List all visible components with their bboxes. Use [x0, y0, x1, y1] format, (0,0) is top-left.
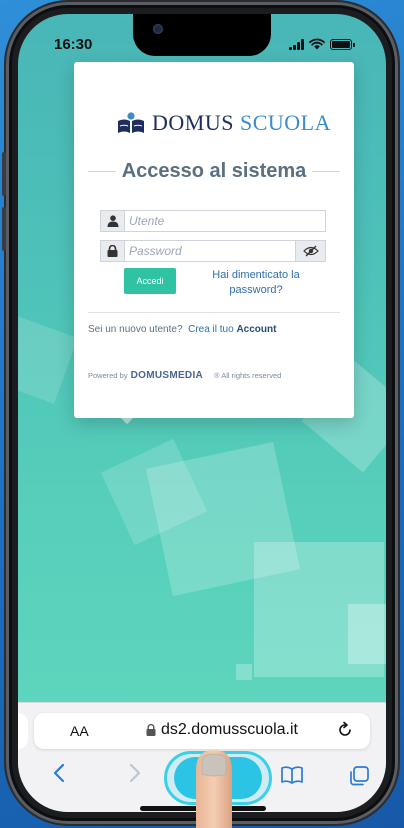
forgot-line-2: password? — [229, 284, 283, 296]
eye-slash-icon[interactable] — [296, 240, 326, 262]
logo-text-scuola: SCUOLA — [239, 110, 331, 135]
front-camera — [153, 24, 163, 34]
url-text: ds2.domusscuola.it — [161, 721, 298, 738]
forgot-password-link[interactable]: Hai dimenticato la password? — [206, 268, 306, 298]
wifi-icon — [309, 38, 325, 50]
status-time: 16:30 — [54, 36, 93, 53]
logo-text-domus: DOMUS — [152, 110, 234, 135]
page-title: Accesso al sistema — [121, 160, 307, 182]
domusmedia-brand: DOMUSMEDIA — [130, 370, 204, 381]
user-icon — [100, 210, 124, 232]
screen: 16:30 DOMUS SCUOLA Accesso al sistema Ut… — [18, 14, 386, 812]
notch — [133, 14, 271, 56]
battery-icon — [330, 38, 355, 50]
volume-down-button — [2, 207, 6, 251]
lock-icon — [100, 240, 124, 262]
back-icon[interactable] — [52, 763, 66, 783]
password-input[interactable] — [124, 240, 296, 262]
open-book-icon — [118, 112, 144, 133]
password-row — [100, 240, 326, 262]
book-icon[interactable] — [280, 765, 304, 785]
previous-tab-edge[interactable] — [18, 713, 28, 749]
domus-scuola-logo: DOMUS SCUOLA — [116, 110, 331, 136]
create-account-prefix: Crea il tuo — [188, 324, 234, 335]
new-user-row: Sei un nuovo utente? Crea il tuo Account — [88, 324, 276, 335]
username-row — [100, 210, 326, 232]
finger-pointer — [196, 750, 232, 828]
logo-text: DOMUS SCUOLA — [152, 110, 331, 136]
phone-frame: 16:30 DOMUS SCUOLA Accesso al sistema Ut… — [2, 2, 398, 824]
title-line-right — [312, 171, 340, 172]
text-size-button[interactable]: AA — [70, 723, 89, 739]
rights-text: ® All rights reserved — [214, 371, 282, 380]
username-input[interactable] — [124, 210, 326, 232]
divider — [88, 312, 340, 313]
status-icons — [289, 38, 355, 50]
create-account-link[interactable]: Crea il tuo Account — [188, 324, 276, 335]
decor-square — [348, 604, 386, 664]
login-card: DOMUS SCUOLA Accesso al sistema Utente A… — [74, 62, 354, 418]
new-user-question: Sei un nuovo utente? — [88, 324, 183, 335]
tabs-icon[interactable] — [348, 765, 370, 787]
forward-icon[interactable] — [128, 763, 142, 783]
decor-square — [18, 314, 78, 404]
cellular-signal-icon — [289, 38, 304, 50]
reload-icon[interactable] — [336, 721, 354, 739]
volume-up-button — [2, 152, 6, 196]
forgot-line-1: Hai dimenticato la — [212, 269, 300, 281]
login-button[interactable]: Accedi — [124, 268, 176, 294]
create-account-bold: Account — [236, 324, 277, 335]
powered-by: Powered by DOMUSMEDIA ® All rights reser… — [88, 370, 281, 381]
url-display[interactable]: ds2.domusscuola.it — [146, 721, 298, 739]
title-row: Accesso al sistema — [88, 160, 340, 183]
title-line-left — [88, 171, 116, 172]
lock-icon — [146, 724, 156, 736]
powered-by-label: Powered by — [88, 371, 128, 380]
decor-square — [236, 664, 252, 680]
